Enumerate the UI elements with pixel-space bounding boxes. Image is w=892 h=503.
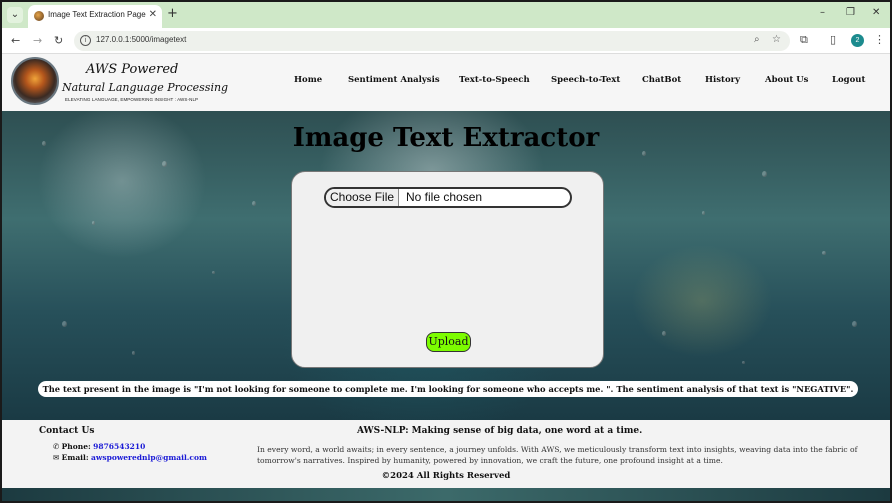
hero-section: Image Text Extractor Choose File No file… [2,111,890,420]
email-link[interactable]: awspowerednlp@gmail.com [91,453,207,462]
contact-phone: ✆ Phone: 9876543210 [53,442,145,451]
new-tab-icon[interactable]: + [167,6,178,21]
tab-bar: ⌄ Image Text Extraction Page ✕ + – ❐ ✕ [2,2,890,28]
upload-button[interactable]: Upload [426,332,471,352]
raindrop [252,201,256,206]
contact-email: ✉ Email: awspowerednlp@gmail.com [53,453,207,462]
nav-speech-to-text[interactable]: Speech-to-Text [551,75,620,85]
result-text: The text present in the image is "I'm no… [38,381,858,397]
search-icon[interactable]: ⌕ [754,34,760,45]
nav-logout[interactable]: Logout [832,75,865,85]
raindrop [62,321,67,327]
raindrop [212,271,215,274]
contact-title: Contact Us [39,426,95,436]
site-footer: Contact Us ✆ Phone: 9876543210 ✉ Email: … [2,420,890,488]
site-header: AWS Powered Natural Language Processing … [2,54,890,111]
logo[interactable] [11,57,59,105]
browser-tab[interactable]: Image Text Extraction Page ✕ [28,5,162,28]
profile-avatar[interactable]: 2 [851,34,864,47]
raindrop [852,321,857,327]
browser-toolbar: ← → ↻ i 127.0.0.1:5000/imagetext ⌕ ☆ ⧉ ▯… [2,28,890,54]
raindrop [92,221,95,225]
page-background-strip [2,488,890,501]
forward-icon[interactable]: → [33,34,42,47]
raindrop [702,211,705,215]
reload-icon[interactable]: ↻ [54,34,63,47]
browser-window: ⌄ Image Text Extraction Page ✕ + – ❐ ✕ ←… [0,0,892,503]
kebab-menu-icon[interactable]: ⋮ [874,33,885,46]
raindrop [762,171,767,177]
nav-history[interactable]: History [705,75,740,85]
email-icon: ✉ [53,453,62,462]
nav-chatbot[interactable]: ChatBot [642,75,681,85]
puzzle-icon[interactable]: ⧉ [800,33,808,47]
nav-sentiment-analysis[interactable]: Sentiment Analysis [348,75,440,85]
tab-close-icon[interactable]: ✕ [149,9,157,20]
raindrop [132,351,135,355]
footer-description: In every word, a world awaits; in every … [257,445,858,465]
favicon-icon [34,11,44,21]
email-label: Email: [61,453,89,462]
page-title: Image Text Extractor [292,123,600,153]
url-text[interactable]: 127.0.0.1:5000/imagetext [96,35,186,44]
address-bar[interactable]: i 127.0.0.1:5000/imagetext ⌕ ☆ [74,31,790,51]
tab-search-icon[interactable]: ⌄ [7,7,23,23]
raindrop [662,331,666,336]
phone-icon: ✆ [53,442,62,451]
window-close-icon[interactable]: ✕ [872,7,880,18]
sidebar-icon[interactable]: ▯ [830,33,836,46]
file-input[interactable]: Choose File No file chosen [324,187,572,208]
maximize-icon[interactable]: ❐ [846,7,855,18]
brand-main: Natural Language Processing [62,81,229,94]
nav-home[interactable]: Home [294,75,322,85]
raindrop [162,161,167,167]
phone-label: Phone: [61,442,91,451]
footer-tagline: AWS-NLP: Making sense of big data, one w… [357,426,643,436]
copyright: ©2024 All Rights Reserved [381,471,511,481]
minimize-icon[interactable]: – [820,7,825,18]
site-info-icon[interactable]: i [80,35,91,46]
raindrop [742,361,745,364]
file-status: No file chosen [406,190,483,204]
nav-about-us[interactable]: About Us [765,75,808,85]
choose-file-button[interactable]: Choose File [326,189,400,206]
tab-title: Image Text Extraction Page [48,10,146,19]
raindrop [822,251,826,255]
brand-tagline: ELEVATING LANGUAGE, EMPOWERING INSIGHT :… [65,97,199,102]
back-icon[interactable]: ← [11,34,20,47]
phone-link[interactable]: 9876543210 [93,442,145,451]
upload-card: Choose File No file chosen Upload [291,171,604,368]
star-icon[interactable]: ☆ [772,34,781,45]
brand-top: AWS Powered [86,62,179,77]
nav-text-to-speech[interactable]: Text-to-Speech [459,75,530,85]
